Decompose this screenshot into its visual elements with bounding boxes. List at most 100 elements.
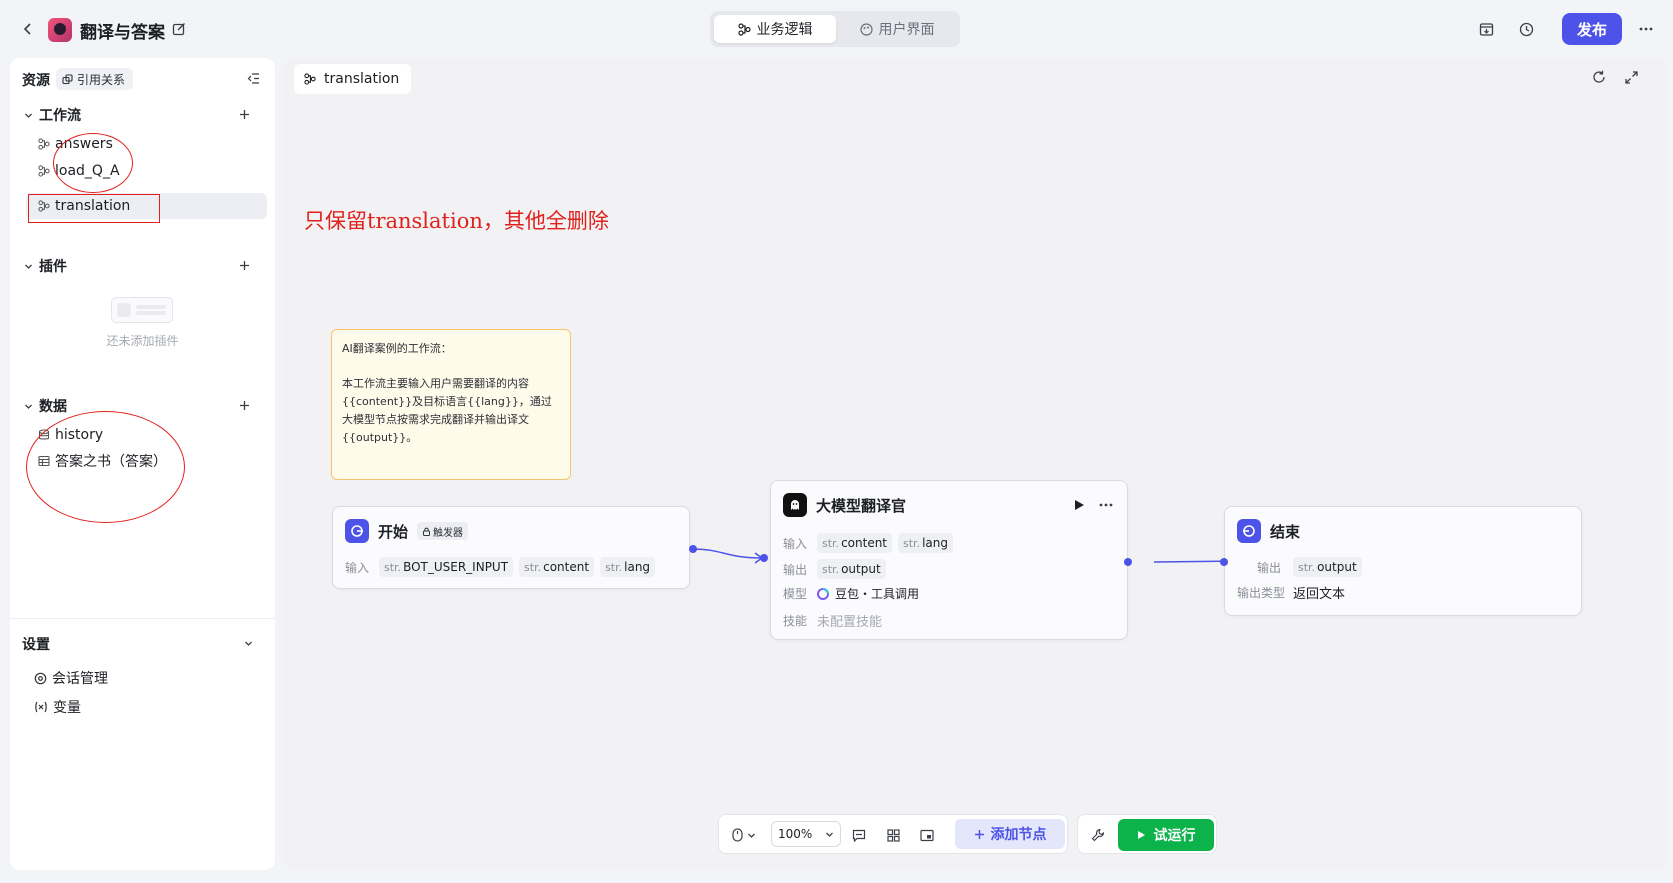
start-node[interactable]: 开始 触发器 输入 str. BOT_USER_INPUT str. content… [332,506,690,589]
divider [10,618,275,619]
sidebar-item-answers[interactable]: answers [26,131,267,157]
zoom-value: 100% [778,827,813,841]
empty-plugins-illustration [111,297,173,323]
sidebar-item-load-q-a[interactable]: load_Q_A [26,158,267,184]
input-port[interactable] [1220,558,1228,566]
llm-node[interactable]: 大模型翻译官 输入 str. content str. lang 输出 str. ou… [770,480,1128,640]
input-label: 输入 [345,560,370,575]
sidebar-item-label: history [55,427,104,443]
sidebar-item-conversation-management[interactable]: 会话管理 [22,665,263,691]
run-label: 试运行 [1153,828,1196,844]
input-label: 输入 [783,536,808,551]
param-type: str. [524,560,542,574]
param-name: BOT_USER_INPUT [403,560,509,574]
output-label: 输出 [783,562,808,577]
sidebar-item-label: 变量 [53,700,81,716]
plugins-section-toggle[interactable]: 插件 [24,256,67,276]
add-plugin-icon[interactable] [236,257,252,273]
model-logo-icon [817,587,829,600]
history-icon[interactable] [1516,19,1536,39]
app-avatar [48,18,72,42]
top-bar: 翻译与答案 业务逻辑 用户界面 发布 [0,0,1673,58]
output-port[interactable] [689,545,697,553]
lock-icon [422,527,431,536]
wrench-icon[interactable] [1088,825,1108,845]
zoom-select[interactable]: 100% [771,821,841,847]
chat-settings-icon [34,672,47,685]
comment-icon[interactable] [849,825,869,845]
node-title: 结束 [1270,522,1301,541]
param-tag: str. content [519,557,595,577]
tab-user-interface[interactable]: 用户界面 [838,15,956,43]
sidebar-item-translation[interactable]: translation [26,193,267,219]
data-section-toggle[interactable]: 数据 [24,396,67,416]
sidebar-item-label: answers [55,136,113,152]
param-tag: str. BOT_USER_INPUT [379,557,514,577]
sidebar-item-history[interactable]: history [26,422,267,448]
plugins-section-title: 插件 [39,259,67,275]
canvas-toolbar: 100% 添加节点 [718,814,1068,854]
chevron-down-icon [24,111,33,120]
chevron-down-icon [24,402,33,411]
sidebar-item-label: 答案之书（答案） [55,454,167,470]
references-label: 引用关系 [77,72,126,87]
param-tag: str. lang [600,557,656,577]
end-node[interactable]: 结束 输出 str. output 输出类型 返回文本 [1224,506,1582,616]
references-button[interactable]: 引用关系 [56,68,134,90]
tab-label: 业务逻辑 [756,22,813,38]
play-icon [1137,830,1146,840]
workflow-icon [38,200,50,212]
more-icon[interactable] [1636,19,1656,39]
play-icon[interactable] [1071,497,1087,513]
resource-sidebar: 资源 引用关系 工作流 answers load_Q_A translation… [10,58,275,870]
workflow-canvas[interactable]: translation 只保留translation，其他全删除 AI翻译案例的… [282,58,1667,870]
workflow-icon [38,138,50,150]
add-node-button[interactable]: 添加节点 [955,819,1065,849]
param-type: str. [1298,560,1316,574]
run-toolbar: 试运行 [1077,814,1217,854]
mouse-icon [732,828,743,842]
sidebar-item-variables[interactable]: 变量 [22,694,263,720]
save-version-icon[interactable] [1476,19,1496,39]
chevron-down-icon[interactable] [240,635,256,651]
more-icon[interactable] [1097,497,1115,513]
data-section-title: 数据 [39,399,67,415]
add-data-icon[interactable] [236,397,252,413]
output-label: 输出 [1256,560,1281,575]
workflow-icon [737,22,751,36]
param-type: str. [822,562,840,576]
variable-icon [34,701,48,713]
sidebar-item-answer-book[interactable]: 答案之书（答案） [26,448,267,474]
workflow-section-toggle[interactable]: 工作流 [24,105,81,125]
workflow-icon [38,165,50,177]
sidebar-item-label: translation [55,198,131,214]
input-port[interactable] [760,554,768,562]
workflow-section-title: 工作流 [39,108,81,124]
param-name: lang [624,560,651,574]
test-run-button[interactable]: 试运行 [1118,819,1214,851]
start-icon [345,519,369,543]
empty-plugins-text: 还未添加插件 [106,334,179,348]
publish-button[interactable]: 发布 [1562,13,1622,45]
param-name: output [841,562,881,576]
database-icon [38,429,50,441]
node-connections [692,548,1244,567]
add-node-label: 添加节点 [990,827,1047,843]
collapse-sidebar-icon[interactable] [244,69,262,87]
trigger-badge[interactable]: 触发器 [417,522,469,540]
layout-icon[interactable] [883,825,903,845]
add-workflow-icon[interactable] [236,106,252,122]
minimap-icon[interactable] [917,825,937,845]
tab-business-logic[interactable]: 业务逻辑 [714,15,836,43]
param-type: str. [822,536,840,550]
llm-icon [783,493,807,517]
link-icon [62,73,73,85]
param-type: str. [384,560,402,574]
interaction-mode-selector[interactable] [727,825,761,845]
node-title: 大模型翻译官 [816,496,907,515]
output-port[interactable] [1124,558,1132,566]
sidebar-item-label: load_Q_A [55,163,120,179]
back-icon[interactable] [18,19,38,39]
edit-icon[interactable] [170,20,188,38]
end-icon [1237,519,1261,543]
